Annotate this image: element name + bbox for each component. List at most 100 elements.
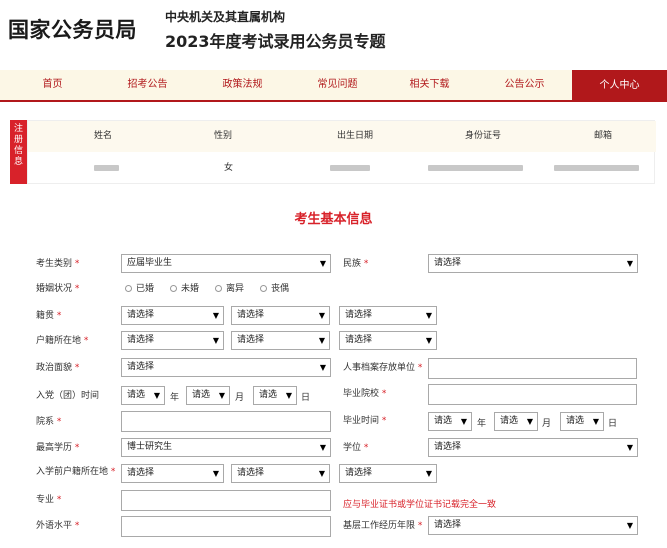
input-major[interactable] — [121, 490, 331, 511]
unit-year: 年 — [477, 419, 487, 429]
label-education: 最高学历 * — [36, 443, 80, 453]
select-political-status[interactable]: 请选择 ▼ — [121, 358, 331, 377]
label-graduate-time: 毕业时间 * — [343, 416, 387, 426]
nav-downloads[interactable]: 相关下载 — [382, 70, 477, 100]
select-graduate-month[interactable]: 请选 ▼ — [494, 412, 538, 431]
chevron-down-icon: ▼ — [318, 311, 325, 320]
col-gender: 性别 — [213, 131, 232, 141]
label-major: 专业 * — [36, 495, 62, 505]
email-redacted — [554, 165, 639, 171]
name-redacted — [94, 165, 119, 171]
select-graduate-day[interactable]: 请选 ▼ — [560, 412, 604, 431]
registration-data-row: 女 — [28, 152, 656, 184]
label-department: 院系 * — [36, 417, 62, 427]
col-name: 姓名 — [93, 131, 112, 141]
chevron-down-icon: ▼ — [626, 259, 633, 268]
chevron-down-icon: ▼ — [319, 363, 326, 372]
form-title: 考生基本信息 — [294, 212, 373, 227]
header-subtitle-1: 中央机关及其直属机构 — [165, 10, 286, 24]
registration-table: 姓名 性别 出生日期 身份证号 邮箱 女 — [27, 120, 656, 184]
chevron-down-icon: ▼ — [425, 469, 432, 478]
radio-unmarried[interactable]: 未婚 — [170, 281, 199, 294]
nav-notices[interactable]: 公告公示 — [477, 70, 572, 100]
select-candidate-type[interactable]: 应届毕业生 ▼ — [121, 254, 331, 273]
header-subtitle-2: 2023年度考试录用公务员专题 — [165, 32, 386, 51]
unit-day: 日 — [301, 393, 311, 403]
select-native-city[interactable]: 请选择 ▼ — [231, 306, 330, 325]
select-party-day[interactable]: 请选 ▼ — [253, 386, 297, 405]
select-party-year[interactable]: 请选 ▼ — [121, 386, 165, 405]
col-email: 邮箱 — [593, 131, 612, 141]
chevron-down-icon: ▼ — [153, 391, 160, 400]
select-graduate-year[interactable]: 请选 ▼ — [428, 412, 472, 431]
radio-widowed[interactable]: 丧偶 — [260, 281, 289, 294]
radio-married[interactable]: 已婚 — [125, 281, 154, 294]
radio-icon — [215, 285, 222, 292]
label-grassroots-years: 基层工作经历年限 * — [343, 521, 423, 531]
chevron-down-icon: ▼ — [460, 417, 467, 426]
input-foreign-language[interactable] — [121, 516, 331, 537]
label-foreign-language: 外语水平 * — [36, 521, 80, 531]
label-political-status: 政治面貌 * — [36, 363, 80, 373]
select-native-county[interactable]: 请选择 ▼ — [339, 306, 437, 325]
col-id-number: 身份证号 — [464, 131, 501, 141]
select-degree[interactable]: 请选择 ▼ — [428, 438, 638, 457]
id-number-redacted — [428, 165, 523, 171]
label-native-place: 籍贯 * — [36, 311, 62, 321]
unit-year: 年 — [170, 393, 180, 403]
chevron-down-icon: ▼ — [319, 259, 326, 268]
select-household-city[interactable]: 请选择 ▼ — [231, 331, 330, 350]
select-grassroots-years[interactable]: 请选择 ▼ — [428, 516, 638, 535]
label-pre-enroll-household: 入学前户籍所在地 * — [36, 467, 116, 477]
chevron-down-icon: ▼ — [592, 417, 599, 426]
select-household-province[interactable]: 请选择 ▼ — [121, 331, 224, 350]
chevron-down-icon: ▼ — [319, 443, 326, 452]
select-ethnicity[interactable]: 请选择 ▼ — [428, 254, 638, 273]
registration-header-row: 姓名 性别 出生日期 身份证号 邮箱 — [28, 121, 656, 152]
label-graduate-school: 毕业院校 * — [343, 389, 387, 399]
main-nav: 首页 招考公告 政策法规 常见问题 相关下载 公告公示 个人中心 — [0, 70, 667, 102]
col-birthdate: 出生日期 — [336, 131, 373, 141]
select-party-month[interactable]: 请选 ▼ — [186, 386, 230, 405]
nav-announcements[interactable]: 招考公告 — [105, 70, 190, 100]
chevron-down-icon: ▼ — [318, 469, 325, 478]
select-pre-enroll-county[interactable]: 请选择 ▼ — [339, 464, 437, 483]
nav-personal-center[interactable]: 个人中心 — [572, 70, 667, 102]
chevron-down-icon: ▼ — [212, 336, 219, 345]
site-name: 国家公务员局 — [8, 18, 137, 42]
select-native-province[interactable]: 请选择 ▼ — [121, 306, 224, 325]
unit-day: 日 — [608, 419, 618, 429]
radio-icon — [125, 285, 132, 292]
nav-faq[interactable]: 常见问题 — [290, 70, 385, 100]
input-graduate-school[interactable] — [428, 384, 637, 405]
label-archive-unit: 人事档案存放单位 * — [343, 363, 423, 373]
chevron-down-icon: ▼ — [212, 469, 219, 478]
chevron-down-icon: ▼ — [212, 311, 219, 320]
birthdate-redacted — [330, 165, 370, 171]
select-education[interactable]: 博士研究生 ▼ — [121, 438, 331, 457]
label-party-time: 入党（团）时间 — [36, 391, 100, 401]
gender-value: 女 — [224, 163, 234, 173]
label-candidate-type: 考生类别 * — [36, 259, 80, 269]
nav-policies[interactable]: 政策法规 — [195, 70, 290, 100]
label-household: 户籍所在地 * — [36, 336, 89, 346]
chevron-down-icon: ▼ — [218, 391, 225, 400]
input-archive-unit[interactable] — [428, 358, 637, 379]
major-warning: 应与毕业证书或学位证书记载完全一致 — [343, 500, 497, 510]
input-department[interactable] — [121, 411, 331, 432]
unit-month: 月 — [235, 393, 245, 403]
chevron-down-icon: ▼ — [626, 443, 633, 452]
unit-month: 月 — [542, 419, 552, 429]
radio-divorced[interactable]: 离异 — [215, 281, 244, 294]
registration-side-label: 注 册 信 息 — [10, 120, 27, 184]
chevron-down-icon: ▼ — [626, 521, 633, 530]
chevron-down-icon: ▼ — [285, 391, 292, 400]
select-pre-enroll-city[interactable]: 请选择 ▼ — [231, 464, 330, 483]
chevron-down-icon: ▼ — [425, 336, 432, 345]
label-ethnicity: 民族 * — [343, 259, 369, 269]
select-pre-enroll-province[interactable]: 请选择 ▼ — [121, 464, 224, 483]
registration-info: 注 册 信 息 姓名 性别 出生日期 身份证号 邮箱 女 — [10, 120, 656, 184]
nav-home[interactable]: 首页 — [0, 70, 105, 100]
radio-icon — [170, 285, 177, 292]
select-household-county[interactable]: 请选择 ▼ — [339, 331, 437, 350]
